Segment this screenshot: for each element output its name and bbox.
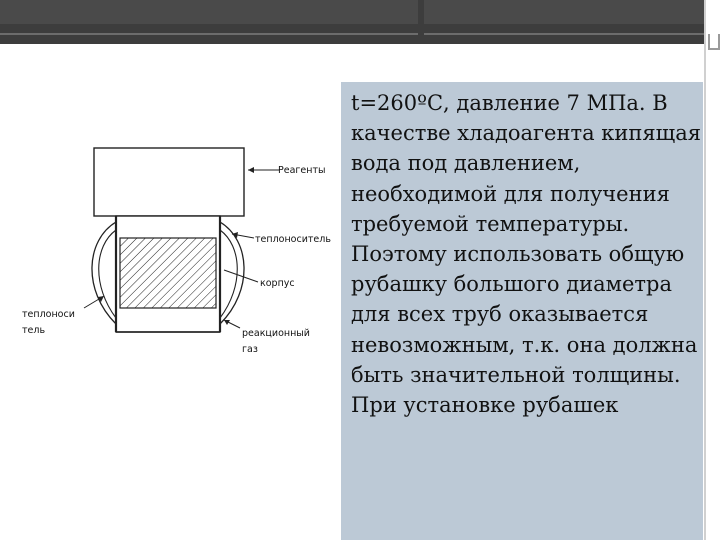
- label-coolant-left-2: тель: [22, 325, 45, 336]
- label-reaction-gas-1: реакционный: [242, 328, 310, 339]
- slide-header-bar: [0, 0, 720, 44]
- header-decoration-left: [0, 0, 418, 24]
- header-decoration-right: [424, 0, 704, 24]
- label-reagents: Реагенты: [278, 165, 325, 176]
- slide-right-edge: [704, 0, 720, 540]
- edge-bracket: [708, 34, 720, 50]
- label-reaction-gas-2: газ: [242, 344, 258, 355]
- label-body: корпус: [260, 278, 295, 289]
- label-coolant-left-1: теплоноси: [22, 309, 75, 320]
- label-coolant-right: теплоноситель: [255, 234, 331, 245]
- header-line-right: [424, 33, 704, 35]
- text-panel: t=260ºС, давление 7 МПа. В качестве хлад…: [341, 82, 703, 540]
- header-line-left: [0, 33, 418, 35]
- reagents-box: [93, 147, 245, 217]
- reactor-diagram: Реагенты теплоноситель корпус реакционны…: [22, 147, 331, 355]
- catalyst-bed: [119, 237, 217, 309]
- jacket-left-outer: [91, 221, 117, 325]
- slide-body-text: t=260ºС, давление 7 МПа. В качестве хлад…: [351, 91, 701, 418]
